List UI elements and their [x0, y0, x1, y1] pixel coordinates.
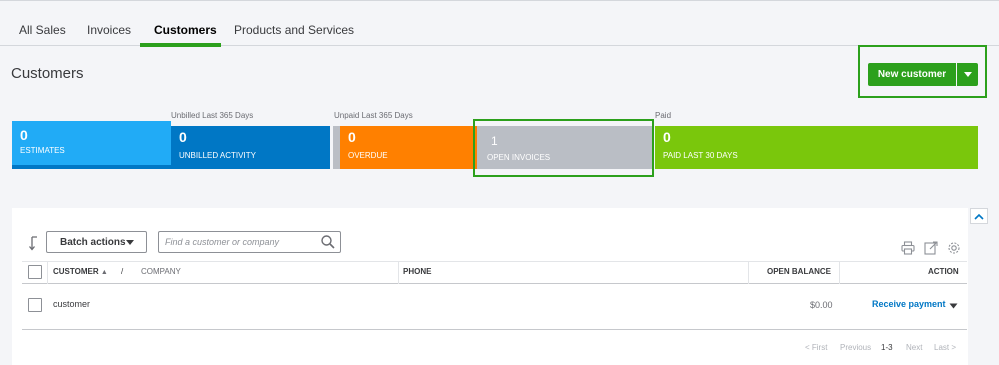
open-balance-cell: $0.00 — [810, 300, 833, 310]
new-customer-dropdown-button[interactable] — [957, 63, 978, 86]
tab-customers[interactable]: Customers — [154, 23, 217, 37]
select-all-checkbox[interactable] — [28, 265, 42, 279]
money-bar-overdue[interactable]: 0 OVERDUE — [340, 126, 477, 169]
paid-label: PAID LAST 30 DAYS — [663, 151, 738, 160]
money-bar-unbilled-activity[interactable]: 0 UNBILLED ACTIVITY — [171, 126, 330, 169]
receive-payment-link[interactable]: Receive payment — [872, 299, 946, 309]
estimates-label: ESTIMATES — [20, 146, 65, 155]
column-divider — [748, 262, 749, 284]
tab-products-and-services[interactable]: Products and Services — [234, 23, 354, 37]
print-icon[interactable] — [901, 241, 915, 255]
search-icon[interactable] — [320, 234, 336, 250]
pager-previous[interactable]: Previous — [840, 343, 871, 352]
customer-header-label: CUSTOMER — [53, 267, 99, 276]
column-header-slash: / — [121, 267, 124, 276]
collapse-button[interactable] — [970, 208, 988, 224]
paid-group-label: Paid — [655, 111, 672, 120]
table-header: CUSTOMER ▲ / COMPANY PHONE OPEN BALANCE … — [22, 261, 967, 284]
money-bar-paid[interactable]: 0 PAID LAST 30 DAYS — [655, 126, 978, 169]
active-tab-indicator — [140, 43, 221, 47]
action-dropdown-icon[interactable] — [949, 303, 958, 309]
batch-actions-label: Batch actions — [60, 236, 126, 248]
pager-range: 1-3 — [881, 343, 893, 352]
customer-name-cell[interactable]: customer — [53, 299, 90, 309]
pager-last[interactable]: Last > — [934, 343, 956, 352]
column-divider — [398, 262, 399, 284]
gear-icon[interactable] — [947, 241, 961, 255]
unbilled-count: 0 — [179, 129, 187, 145]
sort-ascending-icon: ▲ — [100, 269, 108, 276]
new-customer-button[interactable]: New customer — [868, 63, 956, 86]
sort-arrow-icon[interactable] — [29, 236, 43, 252]
pager-next[interactable]: Next — [906, 343, 922, 352]
caret-down-icon — [963, 72, 972, 77]
open-invoices-highlight — [473, 119, 654, 177]
overdue-count: 0 — [348, 129, 356, 145]
column-header-phone[interactable]: PHONE — [403, 267, 431, 276]
page-title: Customers — [11, 65, 84, 82]
batch-actions-button[interactable]: Batch actions — [46, 231, 147, 253]
sales-tabs: All Sales Invoices Customers Products an… — [0, 1, 999, 47]
unbilled-label: UNBILLED ACTIVITY — [179, 151, 256, 160]
tab-invoices[interactable]: Invoices — [87, 23, 131, 37]
column-header-action: ACTION — [928, 267, 959, 276]
unbilled-group-label: Unbilled Last 365 Days — [171, 111, 254, 120]
estimates-strip — [12, 165, 171, 169]
column-header-customer[interactable]: CUSTOMER ▲ — [53, 267, 108, 276]
pager-first[interactable]: < First — [805, 343, 827, 352]
column-divider — [47, 262, 48, 284]
export-icon[interactable] — [924, 241, 938, 255]
column-header-company[interactable]: COMPANY — [141, 267, 181, 276]
paid-count: 0 — [663, 129, 671, 145]
overdue-grey-segment — [333, 126, 340, 169]
column-header-open-balance[interactable]: OPEN BALANCE — [767, 267, 831, 276]
overdue-label: OVERDUE — [348, 151, 388, 160]
chevron-up-icon — [974, 213, 984, 220]
tab-all-sales[interactable]: All Sales — [19, 23, 66, 37]
table-row: customer $0.00 Receive payment — [22, 285, 967, 330]
caret-down-icon — [126, 240, 134, 245]
estimates-count: 0 — [20, 127, 28, 143]
row-checkbox[interactable] — [28, 298, 42, 312]
unpaid-group-label: Unpaid Last 365 Days — [334, 111, 413, 120]
column-divider — [839, 262, 840, 284]
customer-search-input[interactable] — [158, 231, 341, 253]
money-bar-estimates[interactable]: 0 ESTIMATES — [12, 121, 171, 169]
